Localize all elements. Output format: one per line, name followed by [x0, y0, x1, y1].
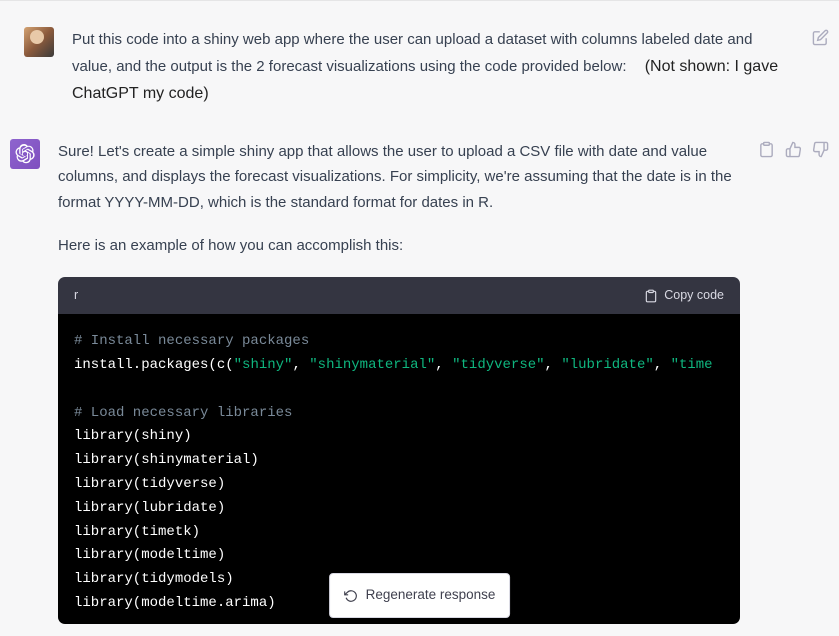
code-text: library(tidyverse) [74, 476, 225, 492]
code-text: library(shiny) [74, 428, 192, 444]
code-header: r Copy code [58, 277, 740, 314]
clipboard-icon[interactable] [758, 141, 775, 158]
code-text: , [292, 357, 309, 373]
code-language-label: r [74, 285, 78, 306]
code-text: c [217, 357, 225, 373]
regenerate-label: Regenerate response [366, 584, 496, 607]
code-text: , [435, 357, 452, 373]
code-comment: # Load necessary libraries [74, 405, 292, 421]
assistant-paragraph-1: Sure! Let's create a simple shiny app th… [58, 139, 740, 216]
top-divider [0, 0, 839, 1]
code-text: ( [225, 357, 233, 373]
assistant-message-body: Sure! Let's create a simple shiny app th… [58, 139, 740, 624]
code-text: install.packages( [74, 357, 217, 373]
assistant-avatar [10, 139, 40, 169]
regenerate-button[interactable]: Regenerate response [329, 573, 511, 618]
assistant-message: Sure! Let's create a simple shiny app th… [0, 125, 839, 624]
code-text: library(tidymodels) [74, 571, 234, 587]
user-message-body: Put this code into a shiny web app where… [72, 27, 794, 107]
code-string: "tidyverse" [452, 357, 544, 373]
code-text: , [654, 357, 671, 373]
code-comment: # Install necessary packages [74, 333, 309, 349]
thumbs-down-icon[interactable] [812, 141, 829, 158]
user-avatar [24, 27, 54, 57]
code-text: , [545, 357, 562, 373]
code-string: "time [671, 357, 713, 373]
assistant-paragraph-2: Here is an example of how you can accomp… [58, 233, 740, 259]
copy-code-label: Copy code [664, 285, 724, 306]
clipboard-icon [644, 289, 658, 303]
user-message-text: Put this code into a shiny web app where… [72, 27, 794, 107]
code-text: library(lubridate) [74, 500, 225, 516]
code-text: library(shinymaterial) [74, 452, 259, 468]
code-text: library(modeltime.arima) [74, 595, 276, 611]
regenerate-container: Regenerate response [329, 573, 511, 618]
code-block: r Copy code # Install necessary packages… [58, 277, 740, 624]
copy-code-button[interactable]: Copy code [644, 285, 724, 306]
code-text: library(modeltime) [74, 547, 225, 563]
code-string: "lubridate" [561, 357, 653, 373]
user-message-actions [812, 27, 829, 107]
code-string: "shiny" [234, 357, 293, 373]
code-text: library(timetk) [74, 524, 200, 540]
assistant-message-actions [758, 139, 829, 624]
thumbs-up-icon[interactable] [785, 141, 802, 158]
code-string: "shinymaterial" [309, 357, 435, 373]
user-message: Put this code into a shiny web app where… [0, 15, 839, 125]
edit-icon[interactable] [812, 29, 829, 46]
refresh-icon [344, 589, 358, 603]
